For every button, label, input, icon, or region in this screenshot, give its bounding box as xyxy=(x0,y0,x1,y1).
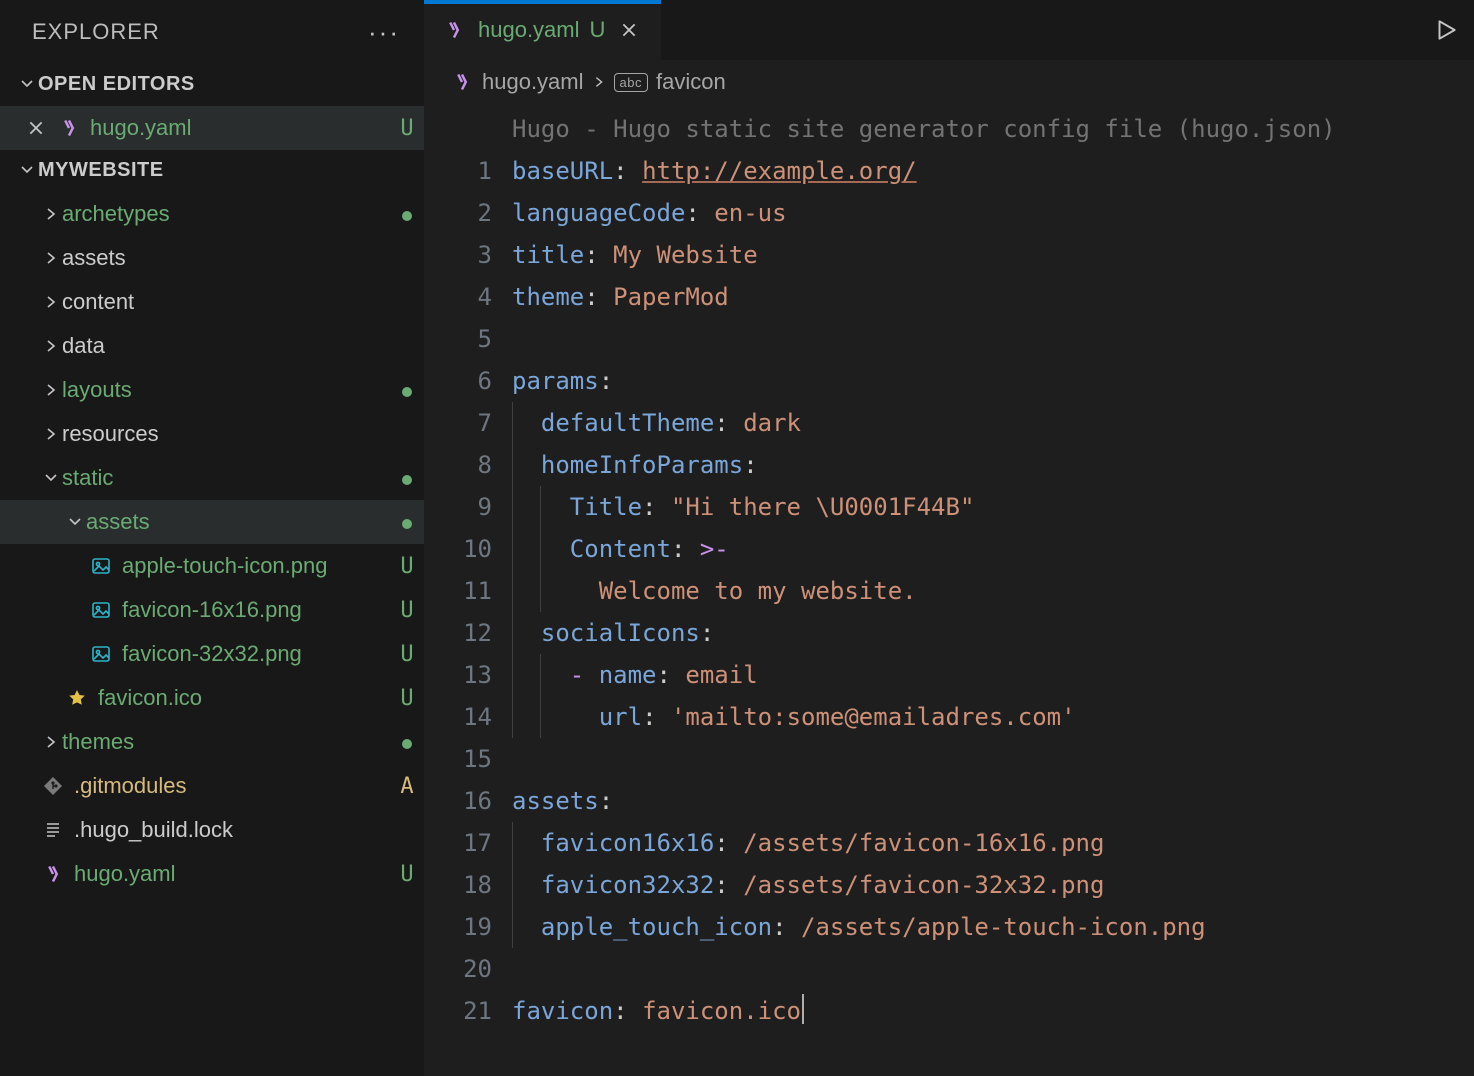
status-badge: U xyxy=(390,116,424,141)
breadcrumb[interactable]: hugo.yaml abc favicon xyxy=(424,60,1474,104)
chevron-down-icon xyxy=(16,76,38,92)
line-number-gutter: 0 1 2 3 4 5 6 7 8 9 10 11 12 13 14 15 16… xyxy=(424,108,512,1032)
yaml-file-icon xyxy=(444,20,468,40)
git-modified-dot xyxy=(390,377,424,403)
chevron-right-icon xyxy=(592,69,606,95)
chevron-down-icon xyxy=(16,162,38,178)
folder-label: themes xyxy=(62,729,390,755)
chevron-right-icon xyxy=(40,206,62,222)
git-icon xyxy=(40,776,66,796)
image-file-icon xyxy=(88,556,114,576)
folder-label: layouts xyxy=(62,377,390,403)
file-label: hugo.yaml xyxy=(74,861,390,887)
file-favicon-16[interactable]: favicon-16x16.png U xyxy=(0,588,424,632)
file-hugo-yaml[interactable]: hugo.yaml U xyxy=(0,852,424,896)
explorer-title: EXPLORER xyxy=(32,19,160,45)
chevron-right-icon xyxy=(40,734,62,750)
file-label: favicon-16x16.png xyxy=(122,597,390,623)
project-section[interactable]: MYWEBSITE xyxy=(0,150,424,190)
folder-label: content xyxy=(62,289,390,315)
close-icon[interactable] xyxy=(22,119,50,137)
tab-active-indicator xyxy=(424,0,661,4)
status-badge: U xyxy=(390,862,424,887)
explorer-more-icon[interactable]: ··· xyxy=(368,17,400,48)
file-favicon-32[interactable]: favicon-32x32.png U xyxy=(0,632,424,676)
chevron-right-icon xyxy=(40,294,62,310)
chevron-right-icon xyxy=(40,250,62,266)
file-label: .gitmodules xyxy=(74,773,390,799)
folder-label: data xyxy=(62,333,390,359)
breadcrumb-symbol: favicon xyxy=(656,69,726,95)
chevron-right-icon xyxy=(40,338,62,354)
run-icon[interactable] xyxy=(1418,0,1474,60)
tab-filename: hugo.yaml xyxy=(478,17,580,43)
chevron-right-icon xyxy=(40,426,62,442)
file-favicon-ico[interactable]: favicon.ico U xyxy=(0,676,424,720)
favicon-star-icon xyxy=(64,688,90,708)
folder-static-assets[interactable]: assets xyxy=(0,500,424,544)
inlay-hint: Hugo - Hugo static site generator config… xyxy=(512,115,1336,143)
open-editors-section[interactable]: OPEN EDITORS xyxy=(0,64,424,104)
file-apple-touch-icon[interactable]: apple-touch-icon.png U xyxy=(0,544,424,588)
breadcrumb-file: hugo.yaml xyxy=(482,69,584,95)
tab-hugo-yaml[interactable]: hugo.yaml U xyxy=(424,0,661,60)
git-modified-dot xyxy=(390,465,424,491)
status-badge: U xyxy=(390,598,424,623)
yaml-file-icon xyxy=(40,864,66,884)
git-modified-dot xyxy=(390,509,424,535)
git-modified-dot xyxy=(390,201,424,227)
chevron-down-icon xyxy=(40,470,62,486)
text-cursor xyxy=(802,994,804,1024)
git-dot xyxy=(390,245,424,271)
project-label: MYWEBSITE xyxy=(38,159,164,182)
folder-label: assets xyxy=(86,509,390,535)
image-file-icon xyxy=(88,644,114,664)
yaml-file-icon xyxy=(452,72,472,92)
folder-static[interactable]: static xyxy=(0,456,424,500)
git-dot xyxy=(390,333,424,359)
tab-bar: hugo.yaml U xyxy=(424,0,1474,60)
folder-label: resources xyxy=(62,421,390,447)
editor-pane: hugo.yaml U hugo.yaml abc favicon xyxy=(424,0,1474,1076)
folder-layouts[interactable]: layouts xyxy=(0,368,424,412)
folder-archetypes[interactable]: archetypes xyxy=(0,192,424,236)
folder-assets[interactable]: assets xyxy=(0,236,424,280)
folder-themes[interactable]: themes xyxy=(0,720,424,764)
code-content[interactable]: Hugo - Hugo static site generator config… xyxy=(512,108,1474,1032)
status-badge: U xyxy=(390,686,424,711)
status-badge: A xyxy=(390,774,424,799)
chevron-right-icon xyxy=(40,382,62,398)
git-dot xyxy=(390,421,424,447)
close-icon[interactable] xyxy=(615,21,643,39)
folder-data[interactable]: data xyxy=(0,324,424,368)
git-dot xyxy=(390,289,424,315)
explorer-sidebar: EXPLORER ··· OPEN EDITORS hugo.yaml U xyxy=(0,0,424,1076)
file-gitmodules[interactable]: .gitmodules A xyxy=(0,764,424,808)
symbol-kind-icon: abc xyxy=(614,73,648,92)
file-label: apple-touch-icon.png xyxy=(122,553,390,579)
open-editor-filename: hugo.yaml xyxy=(90,115,390,141)
file-label: favicon-32x32.png xyxy=(122,641,390,667)
image-file-icon xyxy=(88,600,114,620)
open-editors-label: OPEN EDITORS xyxy=(38,73,195,96)
file-label: favicon.ico xyxy=(98,685,390,711)
folder-label: assets xyxy=(62,245,390,271)
code-editor[interactable]: 0 1 2 3 4 5 6 7 8 9 10 11 12 13 14 15 16… xyxy=(424,104,1474,1032)
status-badge: U xyxy=(390,554,424,579)
folder-content[interactable]: content xyxy=(0,280,424,324)
chevron-down-icon xyxy=(64,514,86,530)
file-label: .hugo_build.lock xyxy=(74,817,390,843)
git-modified-dot xyxy=(390,729,424,755)
file-hugo-build-lock[interactable]: .hugo_build.lock xyxy=(0,808,424,852)
open-editor-item[interactable]: hugo.yaml U xyxy=(0,106,424,150)
tab-status: U xyxy=(590,17,606,43)
folder-label: static xyxy=(62,465,390,491)
folder-label: archetypes xyxy=(62,201,390,227)
yaml-file-icon xyxy=(56,118,82,138)
folder-resources[interactable]: resources xyxy=(0,412,424,456)
status-badge: U xyxy=(390,642,424,667)
text-file-icon xyxy=(40,820,66,840)
